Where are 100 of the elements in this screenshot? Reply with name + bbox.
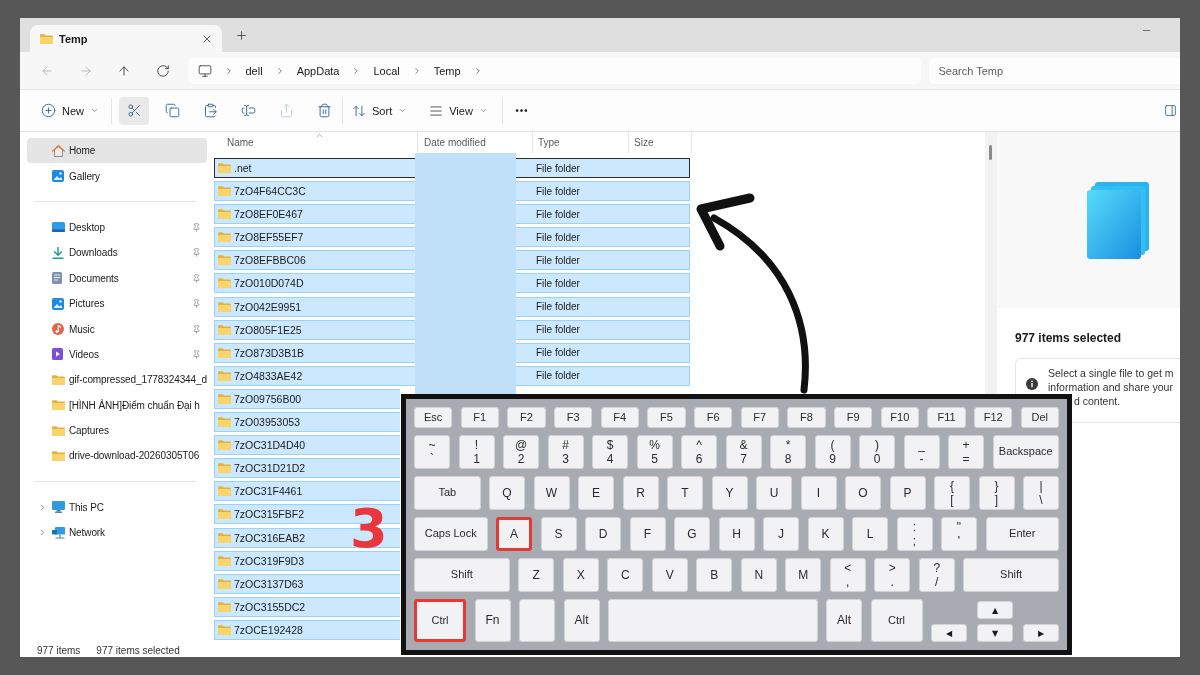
keyboard-key: Q: [489, 476, 525, 510]
file-name: 7zO010D074D: [234, 277, 304, 290]
folder-icon: [218, 163, 231, 173]
folder-icon: [218, 232, 231, 243]
keyboard-key: A: [496, 517, 532, 551]
folder-icon: [218, 301, 231, 312]
file-row[interactable]: 7zO09756B00: [214, 388, 400, 409]
keyboard-key: ▼: [977, 624, 1013, 642]
keyboard-key: O: [845, 476, 881, 510]
tab[interactable]: Temp: [30, 25, 222, 52]
keyboard-key: ~ `: [414, 435, 450, 469]
refresh-icon[interactable]: [155, 63, 170, 78]
keyboard-key: $ 4: [592, 435, 628, 469]
file-name: 7zOCE192428: [234, 623, 303, 636]
keyboard-key: | \: [1023, 476, 1059, 510]
file-name: 7zOC3155DC2: [234, 600, 306, 613]
sidebar-item[interactable]: Music: [27, 316, 207, 342]
file-row[interactable]: 7zO03953053: [214, 412, 400, 433]
cut-button[interactable]: [119, 96, 149, 125]
file-row[interactable]: 7zOC319F9D3: [214, 550, 400, 571]
sidebar-item[interactable]: gif-compressed_1778324344_d: [27, 367, 207, 393]
keyboard-key: F: [629, 517, 666, 551]
breadcrumb-item[interactable]: AppData: [296, 64, 340, 77]
file-row[interactable]: 7zOC3137D63: [214, 573, 400, 594]
keyboard-key: Tab: [414, 476, 481, 510]
folder-icon: [52, 374, 65, 385]
sidebar-item[interactable]: Pictures: [27, 290, 207, 317]
file-type: File folder: [535, 254, 581, 266]
sidebar-item[interactable]: Gallery: [27, 163, 207, 189]
info-text: d content.: [1074, 394, 1122, 408]
file-row[interactable]: 7zOC31D21D2: [214, 458, 400, 479]
panel-icon[interactable]: [1164, 104, 1177, 117]
monitor-icon: [52, 501, 65, 514]
desktop-icon: [52, 222, 65, 233]
file-name: 7zO4F64CC3C: [234, 185, 306, 198]
clipboard-icon: [202, 103, 218, 118]
folder-icon: [52, 400, 65, 411]
file-row[interactable]: 7zOC31D4D40: [214, 435, 400, 456]
keyboard-key: I: [800, 476, 837, 510]
file-row[interactable]: 7zOCE192428: [214, 619, 400, 640]
keyboard-key: ▶: [1023, 624, 1059, 642]
sidebar-item[interactable]: Videos: [27, 341, 207, 368]
file-name: 7zO805F1E25: [234, 323, 302, 336]
sidebar-item[interactable]: Documents: [27, 265, 207, 291]
keyboard-key: M: [785, 558, 822, 592]
sidebar-item[interactable]: Desktop: [27, 214, 207, 241]
sidebar-item[interactable]: Captures: [27, 417, 207, 444]
folder-icon: [218, 532, 231, 543]
keyboard-key: _ -: [903, 435, 940, 469]
breadcrumb-item[interactable]: Local: [373, 64, 400, 77]
view-button[interactable]: View: [424, 96, 493, 125]
sidebar-item[interactable]: drive-download-20260305T06: [27, 443, 207, 469]
keyboard-key: Enter: [985, 517, 1059, 551]
breadcrumb-item[interactable]: dell: [245, 64, 263, 77]
keyboard-key: < ,: [829, 558, 866, 592]
keyboard-key: U: [756, 476, 792, 510]
file-type: File folder: [535, 347, 581, 359]
keyboard-key: F4: [600, 407, 639, 428]
column-header[interactable]: Type: [533, 132, 629, 153]
sidebar-item[interactable]: [HÌNH ẢNH]Điểm chuẩn Đại h: [27, 392, 207, 418]
folder-icon: [218, 440, 231, 451]
sidebar-item[interactable]: Network: [27, 520, 207, 546]
keyboard-key: D: [585, 517, 621, 551]
keyboard-key: # 3: [547, 435, 584, 469]
folder-icon: [218, 347, 231, 358]
file-row[interactable]: 7zOC3155DC2: [214, 596, 400, 617]
chevron-right-icon[interactable]: [38, 528, 47, 538]
new-button[interactable]: New: [36, 96, 104, 125]
file-name: 7zOC319F9D3: [234, 554, 305, 567]
keyboard-key: Esc: [414, 407, 453, 428]
keyboard-key: ! 1: [458, 435, 495, 469]
sidebar-item[interactable]: Downloads: [27, 240, 207, 266]
keyboard-key: F12: [974, 407, 1013, 428]
video-icon: [52, 348, 63, 361]
sidebar-item[interactable]: Home: [27, 138, 207, 164]
breadcrumb-item[interactable]: Temp: [433, 64, 461, 77]
keyboard-key: L: [852, 517, 888, 551]
file-row[interactable]: 7zOC31F4461: [214, 481, 400, 502]
keyboard-key: Ctrl: [414, 599, 466, 642]
scrollbar-thumb[interactable]: [989, 145, 992, 160]
folder-icon: [218, 463, 231, 474]
keyboard-key: S: [540, 517, 577, 551]
keyboard-key: } ]: [978, 476, 1015, 510]
plus-icon[interactable]: [235, 28, 248, 42]
file-type: File folder: [535, 370, 581, 382]
sort-button[interactable]: Sort: [347, 96, 413, 125]
sidebar-item[interactable]: This PC: [27, 494, 207, 521]
keyboard-key: F11: [927, 407, 966, 428]
keyboard-key: G: [674, 517, 710, 551]
chevron-right-icon[interactable]: [38, 502, 47, 512]
folder-icon: [218, 486, 231, 497]
search-field[interactable]: Search Temp: [928, 57, 1180, 84]
keyboard-key: T: [667, 476, 703, 510]
music-note-icon: [52, 323, 64, 336]
keyboard-key: F1: [460, 407, 499, 428]
column-header[interactable]: Size: [629, 132, 692, 153]
keyboard-key: Alt: [563, 599, 600, 642]
keyboard-key: F10: [880, 407, 919, 428]
file-name: 7zO8EF0E467: [234, 208, 303, 221]
address-bar[interactable]: dell AppData Local Temp: [187, 57, 921, 84]
